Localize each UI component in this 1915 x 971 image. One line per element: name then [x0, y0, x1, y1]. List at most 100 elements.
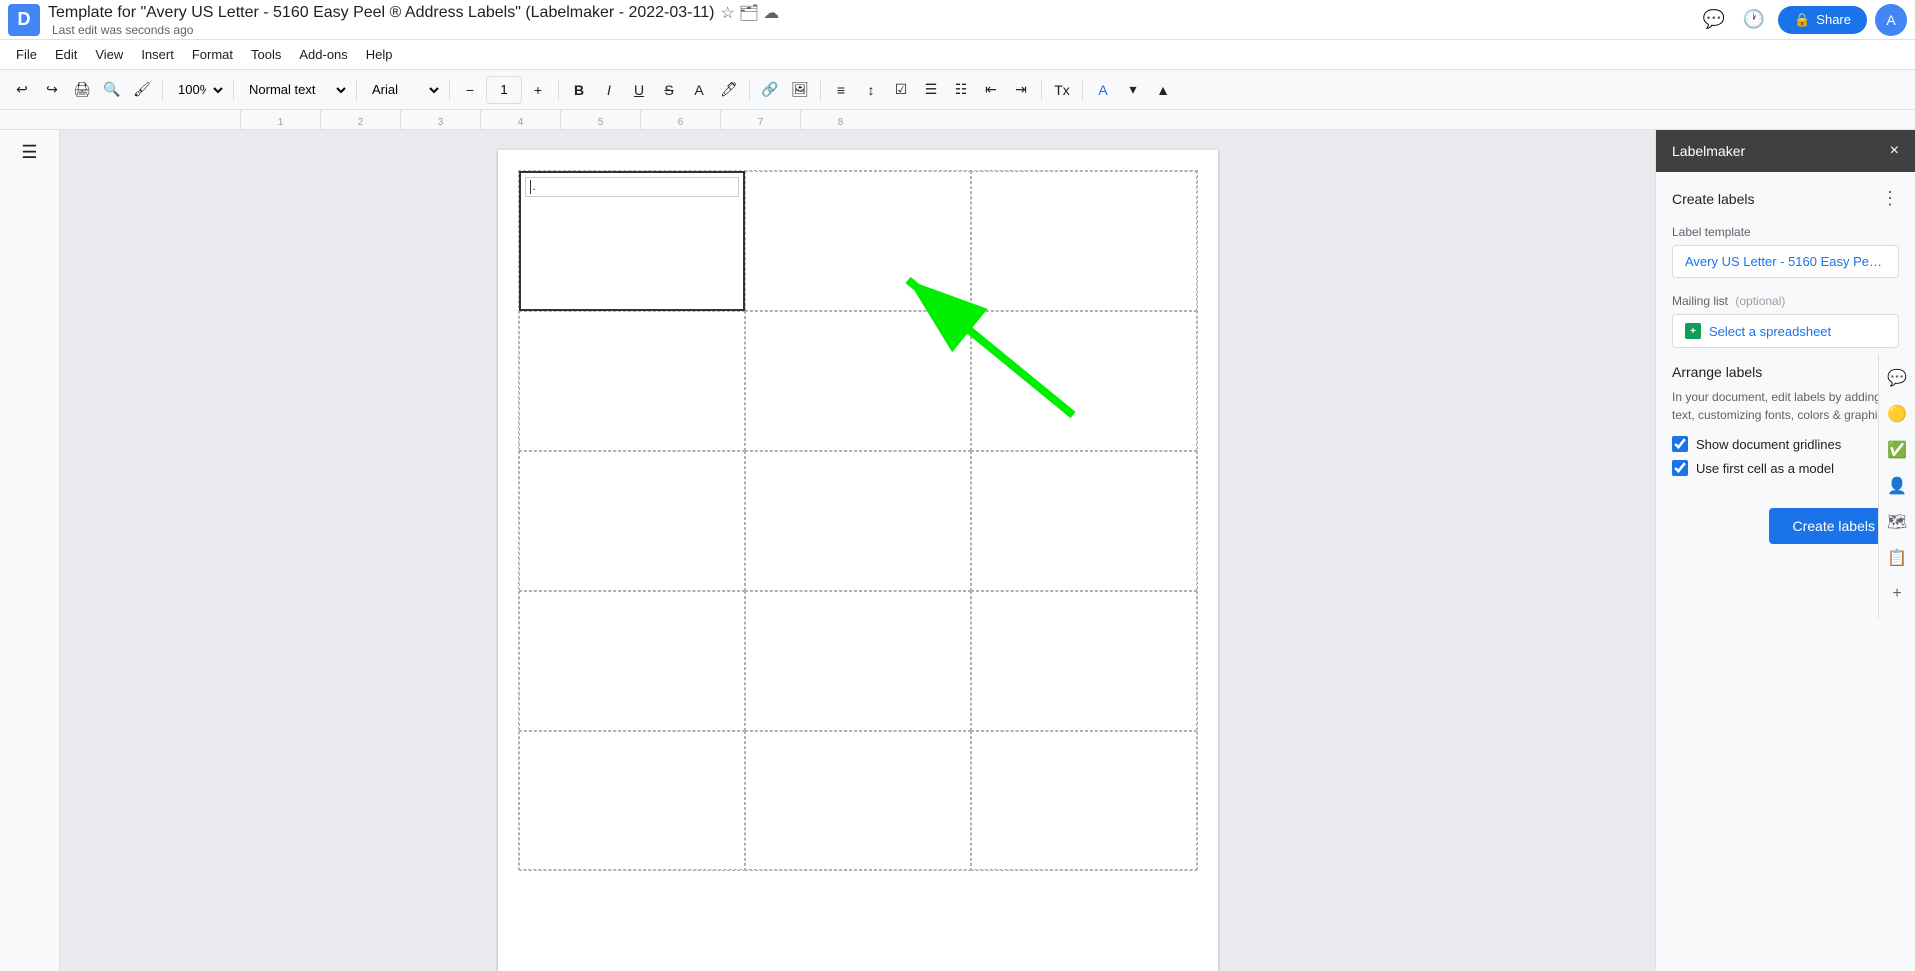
- label-cell-3-3[interactable]: [971, 451, 1197, 591]
- label-cell-1-1[interactable]: .: [519, 171, 745, 311]
- label-cell-1-3[interactable]: [971, 171, 1197, 311]
- label-cell-5-3[interactable]: [971, 731, 1197, 871]
- label-cell-4-3[interactable]: [971, 591, 1197, 731]
- document-title[interactable]: Template for "Avery US Letter - 5160 Eas…: [48, 4, 714, 22]
- labelmaker-content: Create labels ⋮ Label template Avery US …: [1656, 172, 1915, 971]
- top-bar: D Template for "Avery US Letter - 5160 E…: [0, 0, 1915, 40]
- select-spreadsheet-button[interactable]: + Select a spreadsheet: [1672, 314, 1899, 348]
- bullet-list-button[interactable]: ☰: [917, 76, 945, 104]
- zoom-select[interactable]: 100%: [169, 76, 227, 104]
- font-select[interactable]: Arial: [363, 76, 443, 104]
- menu-view[interactable]: View: [87, 43, 131, 66]
- add-side-icon[interactable]: +: [1881, 578, 1913, 610]
- doc-title-row: Template for "Avery US Letter - 5160 Eas…: [48, 3, 1690, 23]
- labelmaker-panel: Labelmaker × Create labels ⋮ Label templ…: [1655, 130, 1915, 971]
- label-cell-4-1[interactable]: [519, 591, 745, 731]
- label-cell-5-1[interactable]: [519, 731, 745, 871]
- numbered-list-button[interactable]: ☷: [947, 76, 975, 104]
- show-gridlines-row: Show document gridlines: [1672, 436, 1899, 452]
- labelmaker-title: Labelmaker: [1672, 143, 1745, 159]
- maps-side-icon[interactable]: 🗺: [1881, 506, 1913, 538]
- cloud-icon[interactable]: ☁: [763, 3, 779, 23]
- label-cell-4-2[interactable]: [745, 591, 971, 731]
- strikethrough-button[interactable]: S: [655, 76, 683, 104]
- text-color-button[interactable]: A: [685, 76, 713, 104]
- text-style-select[interactable]: Normal text: [240, 76, 350, 104]
- label-cell-1-2[interactable]: [745, 171, 971, 311]
- drive-icon[interactable]: 📋: [1881, 542, 1913, 574]
- label-template-section-label: Label template: [1672, 225, 1899, 239]
- label-cell-3-2[interactable]: [745, 451, 971, 591]
- history-button[interactable]: 🕐: [1738, 4, 1770, 36]
- keep-icon[interactable]: 🟡: [1881, 398, 1913, 430]
- arrange-section: Arrange labels In your document, edit la…: [1672, 364, 1899, 484]
- user-avatar[interactable]: A: [1875, 4, 1907, 36]
- mailing-list-section-label: Mailing list (optional): [1672, 294, 1899, 308]
- contacts-icon[interactable]: 👤: [1881, 470, 1913, 502]
- use-first-cell-checkbox[interactable]: [1672, 460, 1688, 476]
- chat-button[interactable]: 💬: [1698, 4, 1730, 36]
- outline-toggle[interactable]: ☰: [16, 138, 44, 166]
- collapse-toolbar-button[interactable]: ▲: [1149, 76, 1177, 104]
- menu-edit[interactable]: Edit: [47, 43, 85, 66]
- menu-file[interactable]: File: [8, 43, 45, 66]
- main-layout: ☰: [0, 130, 1915, 971]
- label-inner-1-1[interactable]: .: [525, 177, 739, 197]
- star-icon[interactable]: ☆: [720, 3, 734, 23]
- checklist-button[interactable]: ☑: [887, 76, 915, 104]
- bold-button[interactable]: B: [565, 76, 593, 104]
- highlight-button[interactable]: 🖊: [715, 76, 743, 104]
- tasks-icon[interactable]: ✅: [1881, 434, 1913, 466]
- paint-format-button[interactable]: 🖌: [128, 76, 156, 104]
- redo-button[interactable]: ↪: [38, 76, 66, 104]
- label-template-field[interactable]: Avery US Letter - 5160 Easy Peel ®...: [1672, 245, 1899, 278]
- ruler-mark-2: 2: [320, 110, 400, 130]
- indent-more-button[interactable]: ⇥: [1007, 76, 1035, 104]
- menu-tools[interactable]: Tools: [243, 43, 289, 66]
- clear-format-button[interactable]: Tx: [1048, 76, 1076, 104]
- label-cell-2-3[interactable]: [971, 311, 1197, 451]
- top-right-buttons: 💬 🕐 🔒 Share A: [1698, 4, 1907, 36]
- spell-check-button[interactable]: 🔍: [98, 76, 126, 104]
- more-toolbar-button[interactable]: ▾: [1119, 76, 1147, 104]
- image-button[interactable]: 🖼: [786, 76, 814, 104]
- label-cell-5-2[interactable]: [745, 731, 971, 871]
- label-cell-2-2[interactable]: [745, 311, 971, 451]
- more-options-button[interactable]: ⋮: [1881, 188, 1899, 209]
- share-button[interactable]: 🔒 Share: [1778, 6, 1867, 34]
- labelmaker-header: Labelmaker ×: [1656, 130, 1915, 172]
- separator-3: [356, 80, 357, 100]
- print-button[interactable]: 🖨: [68, 76, 96, 104]
- use-first-cell-label[interactable]: Use first cell as a model: [1696, 461, 1834, 476]
- show-gridlines-checkbox[interactable]: [1672, 436, 1688, 452]
- use-first-cell-row: Use first cell as a model: [1672, 460, 1899, 476]
- chat-side-icon[interactable]: 💬: [1881, 362, 1913, 394]
- document-page[interactable]: .: [498, 150, 1218, 971]
- font-size-input[interactable]: [486, 76, 522, 104]
- italic-button[interactable]: I: [595, 76, 623, 104]
- menu-format[interactable]: Format: [184, 43, 241, 66]
- align-button[interactable]: ≡: [827, 76, 855, 104]
- indent-less-button[interactable]: ⇤: [977, 76, 1005, 104]
- label-cell-2-1[interactable]: [519, 311, 745, 451]
- ruler-mark-4: 4: [480, 110, 560, 130]
- link-button[interactable]: 🔗: [756, 76, 784, 104]
- folder-icon[interactable]: 🗂: [739, 3, 759, 23]
- ruler-inner: 1 2 3 4 5 6 7 8: [240, 110, 880, 130]
- underline-button[interactable]: U: [625, 76, 653, 104]
- show-gridlines-label[interactable]: Show document gridlines: [1696, 437, 1841, 452]
- font-size-decrease[interactable]: −: [456, 76, 484, 104]
- undo-button[interactable]: ↩: [8, 76, 36, 104]
- labelmaker-close-button[interactable]: ×: [1890, 142, 1899, 160]
- separator-1: [162, 80, 163, 100]
- label-cell-3-1[interactable]: [519, 451, 745, 591]
- menu-addons[interactable]: Add-ons: [291, 43, 355, 66]
- menu-help[interactable]: Help: [358, 43, 401, 66]
- menu-insert[interactable]: Insert: [133, 43, 182, 66]
- right-vertical-icons: 💬 🟡 ✅ 👤 🗺 📋 +: [1878, 354, 1915, 618]
- font-size-increase[interactable]: +: [524, 76, 552, 104]
- document-area[interactable]: .: [60, 130, 1655, 971]
- text-color-2-button[interactable]: A: [1089, 76, 1117, 104]
- line-spacing-button[interactable]: ↕: [857, 76, 885, 104]
- app-icon[interactable]: D: [8, 4, 40, 36]
